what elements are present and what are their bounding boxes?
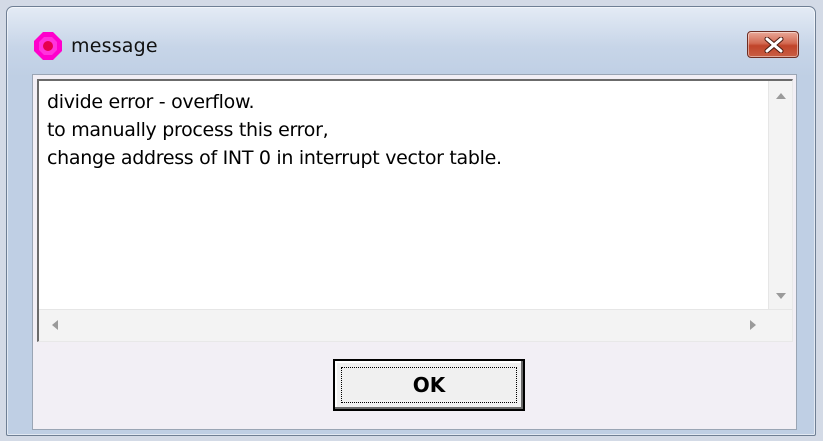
message-line-1: divide error - overflow. bbox=[47, 91, 255, 113]
window-title: message bbox=[71, 35, 158, 57]
horizontal-scrollbar[interactable] bbox=[39, 309, 792, 341]
ok-button[interactable]: OK bbox=[333, 359, 525, 411]
scroll-down-arrow-icon[interactable] bbox=[769, 285, 792, 307]
scroll-left-arrow-icon[interactable] bbox=[43, 314, 66, 336]
message-dialog-window: message divide error - overflow. to manu… bbox=[6, 6, 816, 436]
ok-button-label: OK bbox=[412, 373, 446, 397]
message-text-area[interactable]: divide error - overflow. to manually pro… bbox=[37, 79, 793, 342]
message-text[interactable]: divide error - overflow. to manually pro… bbox=[47, 88, 767, 298]
message-line-3: change address of INT 0 in interrupt vec… bbox=[47, 147, 502, 169]
close-button[interactable] bbox=[747, 31, 799, 58]
scroll-up-arrow-icon[interactable] bbox=[769, 85, 792, 107]
title-bar[interactable]: message bbox=[7, 7, 815, 73]
close-x-icon bbox=[764, 37, 784, 53]
pink-circle-icon bbox=[34, 32, 62, 60]
scroll-right-arrow-icon[interactable] bbox=[741, 314, 764, 336]
message-line-2: to manually process this error, bbox=[47, 119, 329, 141]
dialog-content: divide error - overflow. to manually pro… bbox=[32, 74, 797, 430]
vertical-scrollbar[interactable] bbox=[768, 81, 792, 309]
